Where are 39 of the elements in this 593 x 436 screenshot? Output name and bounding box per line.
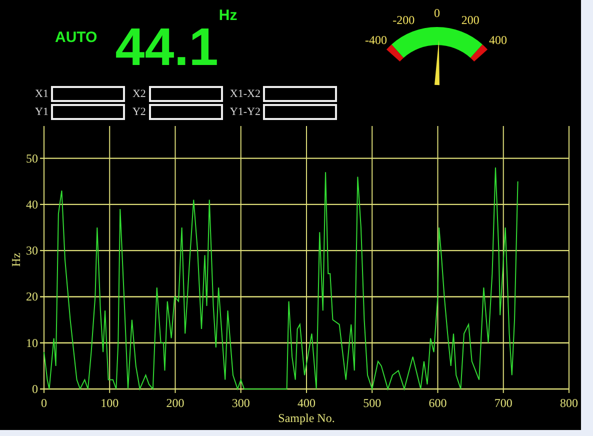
cursor-label: Y1 [35, 104, 50, 120]
y-tick-label: 30 [26, 244, 38, 258]
cursor-value-field[interactable] [148, 86, 223, 102]
cursor-value-field[interactable] [148, 104, 223, 120]
gauge-limit-zone [386, 44, 404, 62]
x-tick-label: 600 [428, 396, 447, 410]
x-tick-label: 0 [41, 396, 47, 410]
cursor-label: X1-X2 [230, 86, 262, 102]
y-tick-label: 10 [26, 336, 38, 350]
cursor-value-field[interactable] [263, 86, 338, 102]
y-tick-label: 40 [26, 197, 38, 212]
cursor-value-field[interactable] [263, 104, 338, 120]
cursor-label: X1 [35, 86, 50, 102]
x-tick-label: 800 [560, 396, 578, 410]
gauge-label: -200 [392, 13, 415, 28]
cursor-value-field[interactable] [51, 104, 126, 120]
cursor-value-field[interactable] [51, 86, 126, 102]
cursor-label: Y1-Y2 [230, 104, 262, 120]
gauge-label: 0 [434, 6, 440, 20]
x-axis-title: Sample No. [278, 411, 335, 425]
unit-label: Hz [218, 7, 238, 24]
gauge-label: 400 [489, 33, 508, 48]
gauge-label: -400 [365, 33, 388, 48]
cursor-label: Y2 [132, 104, 147, 120]
y-axis-title: Hz [9, 252, 23, 267]
cursor-label: X2 [132, 86, 147, 102]
x-tick-label: 400 [298, 396, 316, 410]
x-tick-label: 100 [100, 396, 119, 410]
mode-label: AUTO [55, 29, 98, 46]
x-tick-label: 200 [166, 396, 184, 410]
x-tick-label: 300 [232, 396, 250, 410]
gauge-limit-zone [470, 44, 488, 62]
y-tick-label: 20 [26, 290, 38, 304]
x-tick-label: 500 [363, 396, 382, 410]
frequency-reading: 44.1 [115, 28, 218, 68]
y-tick-label: 0 [32, 382, 38, 396]
x-tick-label: 700 [494, 396, 512, 410]
gauge-label: 200 [462, 13, 480, 28]
y-tick-label: 50 [26, 151, 38, 166]
